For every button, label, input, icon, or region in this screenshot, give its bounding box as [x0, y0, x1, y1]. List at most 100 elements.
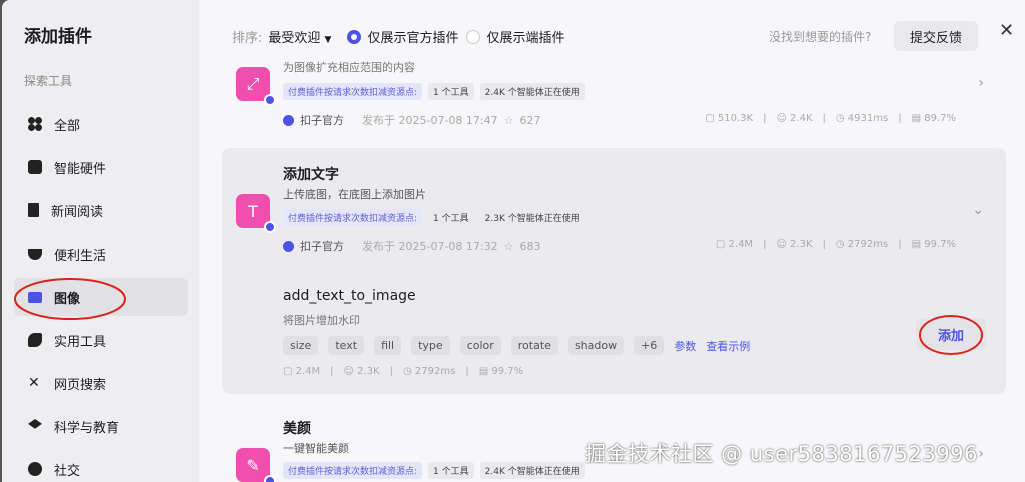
star-icon: ☆: [503, 239, 514, 253]
plugin-desc: 一键智能美颜: [283, 442, 349, 455]
plugin-list-panel: 排序: 最受欢迎 ▼ 仅展示官方插件 仅展示端插件 没找到想要的插件? 提交反馈…: [199, 0, 1025, 482]
chevron-right-icon[interactable]: ›: [978, 446, 984, 462]
close-icon[interactable]: ✕: [999, 20, 1014, 41]
sidebar-item-label: 新闻阅读: [51, 204, 104, 220]
param-tag: color: [459, 336, 501, 355]
chevron-right-icon[interactable]: ›: [978, 75, 984, 91]
stat-latency: ◷ 2792ms: [403, 366, 456, 377]
sidebar-item-label: 科学与教育: [54, 420, 120, 436]
sidebar-item-tools[interactable]: 实用工具: [14, 321, 188, 359]
plugin-card-expanded[interactable]: T 添加文字 上传底图，在底图上添加图片 付费插件按请求次数扣减资源点: 1 个工…: [222, 148, 1006, 394]
sort-label: 排序:: [232, 31, 263, 46]
star-icon: ☆: [503, 113, 514, 127]
sidebar-item-label: 实用工具: [54, 334, 107, 350]
sidebar-item-label: 社交: [54, 463, 81, 479]
filter-bar: 排序: 最受欢迎 ▼ 仅展示官方插件 仅展示端插件: [232, 27, 565, 46]
stat-calls: ▢ 2.4M: [715, 239, 754, 250]
chat-icon: [28, 462, 42, 476]
paid-badge: 付费插件按请求次数扣减资源点:: [283, 462, 423, 479]
stat-success: ▤ 89.7%: [911, 113, 956, 124]
add-tool-button[interactable]: 添加: [916, 318, 986, 350]
paid-badge: 付费插件按请求次数扣减资源点:: [283, 209, 423, 226]
coze-logo-icon: [283, 114, 294, 126]
param-tag: rotate: [510, 336, 558, 355]
chevron-down-icon[interactable]: ⌄: [972, 202, 984, 218]
coze-logo-icon: [283, 240, 294, 252]
plugin-title: 美颜: [283, 421, 311, 437]
plugin-title: 添加文字: [283, 167, 339, 183]
view-example-link[interactable]: 查看示例: [706, 338, 750, 354]
sidebar-item-label: 图像: [54, 291, 81, 307]
stat-latency: ◷ 2792ms: [835, 239, 889, 250]
sidebar-item-social[interactable]: 社交: [14, 450, 188, 482]
client-only-label[interactable]: 仅展示端插件: [486, 27, 564, 46]
tool-name: add_text_to_image: [283, 288, 416, 304]
image-icon: [28, 291, 42, 303]
sidebar-item-life[interactable]: 便利生活: [14, 235, 188, 273]
plugin-desc: 上传底图，在底图上添加图片: [283, 188, 426, 201]
stat-success: ▤ 99.7%: [478, 366, 524, 377]
param-tag: size: [283, 336, 319, 355]
plugin-card[interactable]: ⤢ 为图像扩充相应范围的内容 付费插件按请求次数扣减资源点: 1 个工具 2.4K …: [222, 55, 1006, 137]
param-tag: shadow: [567, 336, 625, 355]
tool-count-badge: 1 个工具: [428, 462, 474, 479]
param-tag: type: [411, 336, 450, 355]
publish-date: 发布于 2025-07-08 17:47: [362, 114, 498, 127]
sidebar-item-label: 网页搜索: [54, 377, 107, 393]
usage-badge: 2.3K 个智能体正在使用: [479, 209, 585, 226]
stat-calls: ▢ 2.4M: [283, 366, 321, 377]
sidebar-item-web-search[interactable]: ✕ 网页搜索: [14, 364, 188, 402]
client-only-radio[interactable]: [466, 29, 481, 44]
param-tag: text: [328, 336, 365, 355]
star-count: 683: [519, 239, 541, 253]
section-label: 探索工具: [24, 74, 73, 88]
sidebar-item-all[interactable]: 全部: [14, 105, 188, 143]
sidebar-item-label: 全部: [54, 118, 81, 134]
sort-value: 最受欢迎: [268, 31, 321, 46]
sidebar: 添加插件 探索工具 全部 智能硬件 新闻阅读 便利生活 图像 实用工具 ✕ 网页搜…: [2, 0, 199, 482]
caret-down-icon: ▼: [324, 35, 332, 45]
param-tag: fill: [374, 336, 402, 355]
tool-desc: 将图片增加水印: [283, 314, 360, 327]
plugin-desc: 为图像扩充相应范围的内容: [283, 61, 415, 74]
sidebar-item-label: 便利生活: [54, 248, 107, 264]
sidebar-item-news[interactable]: 新闻阅读: [14, 191, 188, 229]
feedback-button[interactable]: 提交反馈: [894, 21, 978, 51]
stat-bots: ☺ 2.3K: [776, 239, 813, 250]
add-plugin-dialog: 添加插件 探索工具 全部 智能硬件 新闻阅读 便利生活 图像 实用工具 ✕ 网页搜…: [2, 0, 1025, 482]
lipstick-icon: ✎: [236, 448, 276, 482]
sidebar-item-science[interactable]: 科学与教育: [14, 407, 188, 445]
grid-icon: [28, 117, 42, 131]
stat-bots: ☺ 2.4K: [776, 113, 813, 124]
sidebar-item-hardware[interactable]: 智能硬件: [14, 148, 188, 186]
sidebar-item-image[interactable]: 图像: [14, 278, 188, 316]
stat-bots: ☺ 2.3K: [343, 366, 380, 377]
publish-date: 发布于 2025-07-08 17:32: [362, 240, 498, 253]
coffee-icon: [28, 248, 42, 260]
author: 扣子官方: [300, 240, 344, 253]
chip-icon: [28, 160, 42, 174]
wrench-icon: [28, 333, 42, 347]
author: 扣子官方: [300, 114, 344, 127]
expand-image-icon: ⤢: [236, 67, 276, 106]
params-link[interactable]: 参数: [674, 338, 696, 354]
feedback-hint: 没找到想要的插件?: [769, 30, 872, 44]
text-t-icon: T: [236, 194, 276, 233]
usage-badge: 2.4K 个智能体正在使用: [479, 462, 585, 479]
tool-count-badge: 1 个工具: [428, 83, 474, 100]
watermark: 掘金技术社区 @ user5838167523996: [585, 442, 978, 466]
stat-latency: ◷ 4931ms: [835, 113, 889, 124]
star-count: 627: [519, 113, 541, 127]
sort-dropdown[interactable]: 最受欢迎 ▼: [268, 27, 331, 46]
more-params-tag[interactable]: +6: [634, 336, 665, 355]
tool-count-badge: 1 个工具: [428, 209, 474, 226]
official-only-radio[interactable]: [347, 29, 362, 44]
usage-badge: 2.4K 个智能体正在使用: [479, 83, 585, 100]
stat-calls: ▢ 510.3K: [705, 113, 754, 124]
sidebar-item-label: 智能硬件: [54, 161, 107, 177]
book-icon: [28, 203, 39, 217]
official-only-label[interactable]: 仅展示官方插件: [367, 27, 458, 46]
paid-badge: 付费插件按请求次数扣减资源点:: [283, 83, 423, 100]
tool-params: size text fill type color rotate shadow …: [283, 336, 750, 355]
graduation-icon: [28, 419, 42, 429]
